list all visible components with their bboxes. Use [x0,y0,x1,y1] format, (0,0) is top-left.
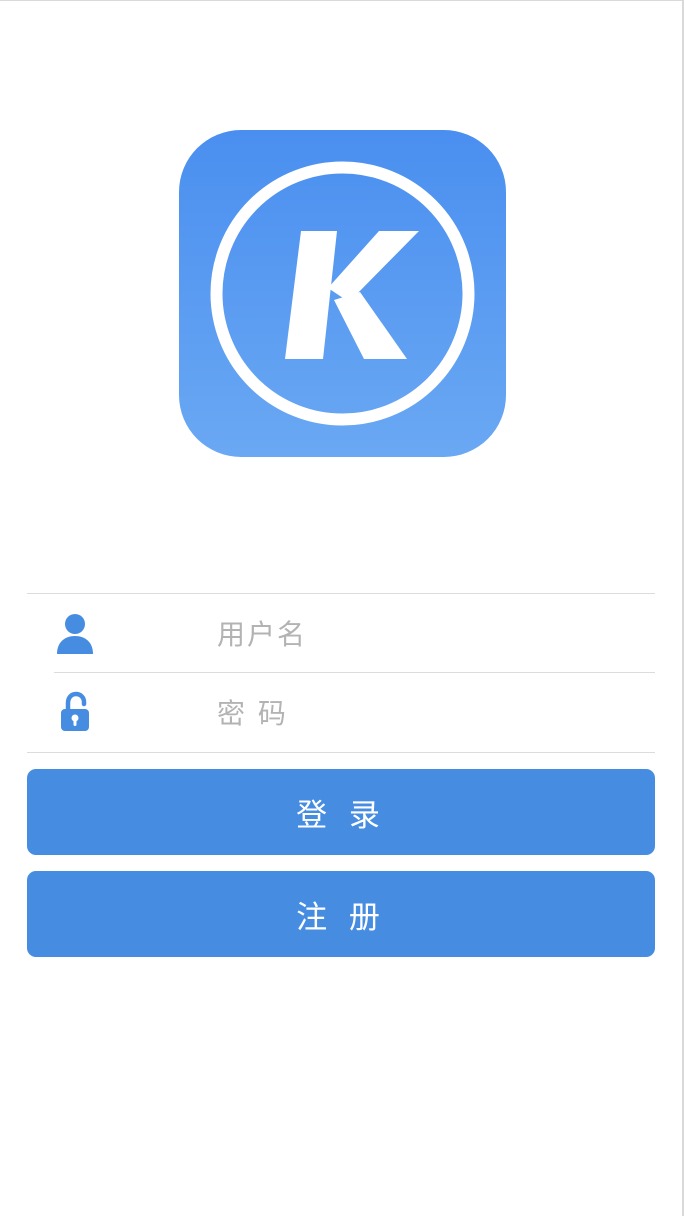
username-row [27,594,655,672]
password-input[interactable] [217,687,637,739]
user-icon [57,614,93,654]
divider [27,752,655,753]
login-screen: 登 录 注 册 [0,0,684,1216]
app-logo-icon [179,130,506,457]
login-button[interactable]: 登 录 [27,769,655,855]
username-input[interactable] [217,608,637,660]
unlock-icon [61,691,89,731]
register-button[interactable]: 注 册 [27,871,655,957]
password-row [27,673,655,751]
